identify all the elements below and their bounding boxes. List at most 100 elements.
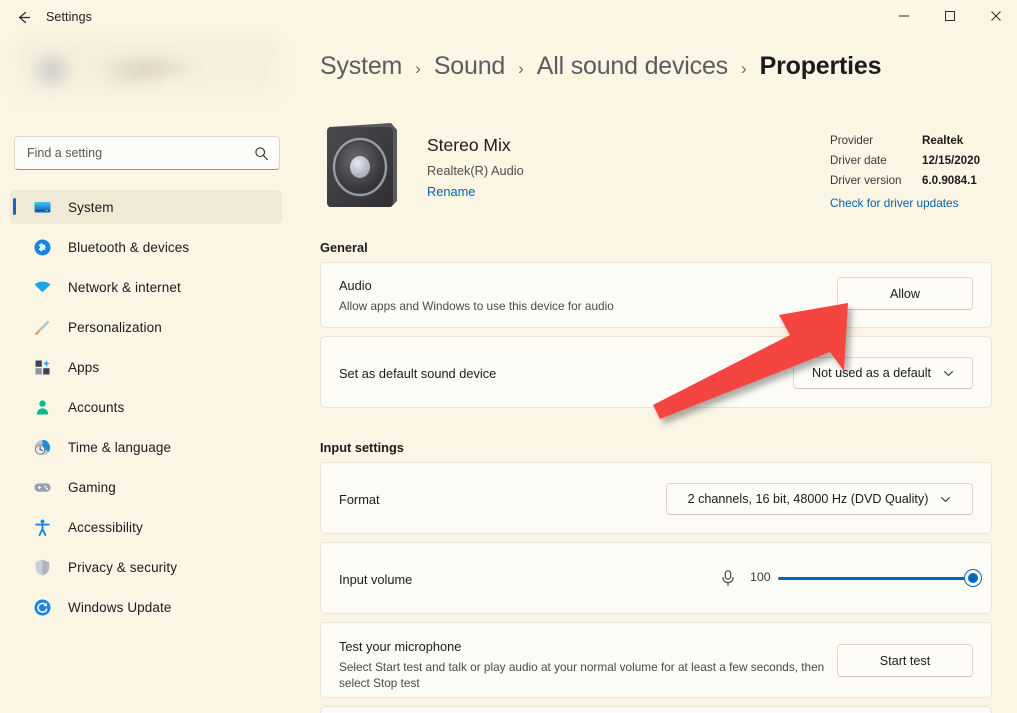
gamepad-icon	[32, 477, 52, 497]
page-title: Properties	[760, 52, 882, 81]
system-monitor-icon	[32, 197, 52, 217]
check-driver-updates-link[interactable]: Check for driver updates	[830, 196, 1017, 210]
sidebar-item-label: Privacy & security	[68, 560, 177, 575]
sidebar-item-system[interactable]: System	[10, 190, 282, 224]
sidebar-item-label: Network & internet	[68, 280, 181, 295]
default-device-dropdown[interactable]: Not used as a default	[793, 357, 973, 389]
driver-info-value: Realtek	[922, 131, 963, 151]
sidebar-item-accessibility[interactable]: Accessibility	[10, 510, 282, 544]
allow-button[interactable]: Allow	[837, 277, 973, 310]
search-input[interactable]	[14, 136, 280, 170]
format-dropdown[interactable]: 2 channels, 16 bit, 48000 Hz (DVD Qualit…	[666, 483, 973, 515]
default-device-label: Set as default sound device	[339, 366, 496, 381]
driver-info-key: Driver date	[830, 151, 922, 171]
audio-label: Audio	[339, 278, 372, 293]
driver-info-value: 6.0.9084.1	[922, 171, 977, 191]
input-volume-slider[interactable]	[778, 576, 974, 582]
sidebar-item-bluetooth-devices[interactable]: Bluetooth & devices	[10, 230, 282, 264]
blurred-avatar-and-name	[16, 40, 278, 98]
update-refresh-icon	[32, 597, 52, 617]
chevron-down-icon	[940, 494, 951, 505]
window-title: Settings	[46, 10, 92, 24]
sidebar-item-label: Apps	[68, 360, 99, 375]
sidebar-item-label: System	[68, 200, 114, 215]
slider-track	[778, 577, 974, 580]
driver-info-block: Provider Realtek Driver date 12/15/2020 …	[830, 131, 1017, 210]
slider-thumb[interactable]	[965, 570, 981, 586]
sidebar-item-label: Bluetooth & devices	[68, 240, 189, 255]
shield-icon	[32, 557, 52, 577]
search-field-wrapper	[14, 136, 280, 170]
input-volume-value: 100	[750, 570, 771, 584]
sidebar-item-network-internet[interactable]: Network & internet	[10, 270, 282, 304]
device-subtitle: Realtek(R) Audio	[427, 163, 524, 178]
bluetooth-icon	[32, 237, 52, 257]
breadcrumb-separator: ›	[741, 59, 747, 79]
back-button[interactable]	[8, 4, 38, 30]
sidebar-item-label: Personalization	[68, 320, 162, 335]
sidebar-item-label: Accounts	[68, 400, 124, 415]
card-partial-next-section	[320, 706, 992, 713]
apps-grid-icon	[32, 357, 52, 377]
sidebar: System Bluetooth & devices	[0, 34, 292, 713]
back-arrow-icon	[15, 9, 32, 26]
person-icon	[32, 397, 52, 417]
rename-link[interactable]: Rename	[427, 184, 475, 199]
device-name: Stereo Mix	[427, 135, 511, 156]
sidebar-item-apps[interactable]: Apps	[10, 350, 282, 384]
paintbrush-icon	[32, 317, 52, 337]
clock-globe-icon	[32, 437, 52, 457]
breadcrumb-separator: ›	[518, 59, 524, 79]
minimize-icon	[898, 10, 910, 22]
input-volume-label: Input volume	[339, 572, 412, 587]
search-icon[interactable]	[252, 144, 270, 162]
sidebar-nav-list: System Bluetooth & devices	[10, 190, 282, 630]
format-label: Format	[339, 492, 380, 507]
section-title-input-settings: Input settings	[320, 440, 404, 455]
sidebar-item-gaming[interactable]: Gaming	[10, 470, 282, 504]
sidebar-item-label: Accessibility	[68, 520, 143, 535]
breadcrumb-item-all-sound-devices[interactable]: All sound devices	[537, 52, 728, 81]
chevron-down-icon	[943, 368, 954, 379]
title-bar: Settings	[0, 0, 1017, 34]
maximize-button[interactable]	[927, 0, 973, 32]
sidebar-item-privacy-security[interactable]: Privacy & security	[10, 550, 282, 584]
audio-description: Allow apps and Windows to use this devic…	[339, 298, 614, 314]
sidebar-item-accounts[interactable]: Accounts	[10, 390, 282, 424]
driver-info-row: Provider Realtek	[830, 131, 1017, 151]
breadcrumb-item-sound[interactable]: Sound	[434, 52, 505, 81]
start-test-button[interactable]: Start test	[837, 644, 973, 677]
driver-info-key: Provider	[830, 131, 922, 151]
content-area: System › Sound › All sound devices › Pro…	[292, 34, 1017, 713]
test-microphone-label: Test your microphone	[339, 639, 461, 654]
driver-info-row: Driver date 12/15/2020	[830, 151, 1017, 171]
sidebar-item-label: Windows Update	[68, 600, 171, 615]
settings-window: Settings	[0, 0, 1017, 713]
microphone-icon	[719, 569, 739, 589]
sidebar-item-personalization[interactable]: Personalization	[10, 310, 282, 344]
default-device-value: Not used as a default	[812, 366, 931, 380]
wifi-icon	[32, 277, 52, 297]
driver-info-key: Driver version	[830, 171, 922, 191]
card-test-microphone: Test your microphone Select Start test a…	[320, 622, 992, 698]
sidebar-item-time-language[interactable]: Time & language	[10, 430, 282, 464]
card-format: Format 2 channels, 16 bit, 48000 Hz (DVD…	[320, 462, 992, 534]
close-icon	[990, 10, 1002, 22]
breadcrumb-separator: ›	[415, 59, 421, 79]
speaker-device-icon	[323, 121, 402, 209]
driver-info-value: 12/15/2020	[922, 151, 980, 171]
breadcrumb-item-system[interactable]: System	[320, 52, 402, 81]
card-audio: Audio Allow apps and Windows to use this…	[320, 262, 992, 328]
test-microphone-description: Select Start test and talk or play audio…	[339, 659, 839, 691]
user-profile-blurred[interactable]	[16, 40, 278, 98]
sidebar-item-windows-update[interactable]: Windows Update	[10, 590, 282, 624]
maximize-icon	[944, 10, 956, 22]
sidebar-item-label: Time & language	[68, 440, 171, 455]
breadcrumb: System › Sound › All sound devices › Pro…	[320, 52, 881, 81]
sidebar-item-label: Gaming	[68, 480, 116, 495]
format-value: 2 channels, 16 bit, 48000 Hz (DVD Qualit…	[688, 492, 929, 506]
driver-info-row: Driver version 6.0.9084.1	[830, 171, 1017, 191]
close-button[interactable]	[973, 0, 1017, 32]
minimize-button[interactable]	[881, 0, 927, 32]
accessibility-icon	[32, 517, 52, 537]
